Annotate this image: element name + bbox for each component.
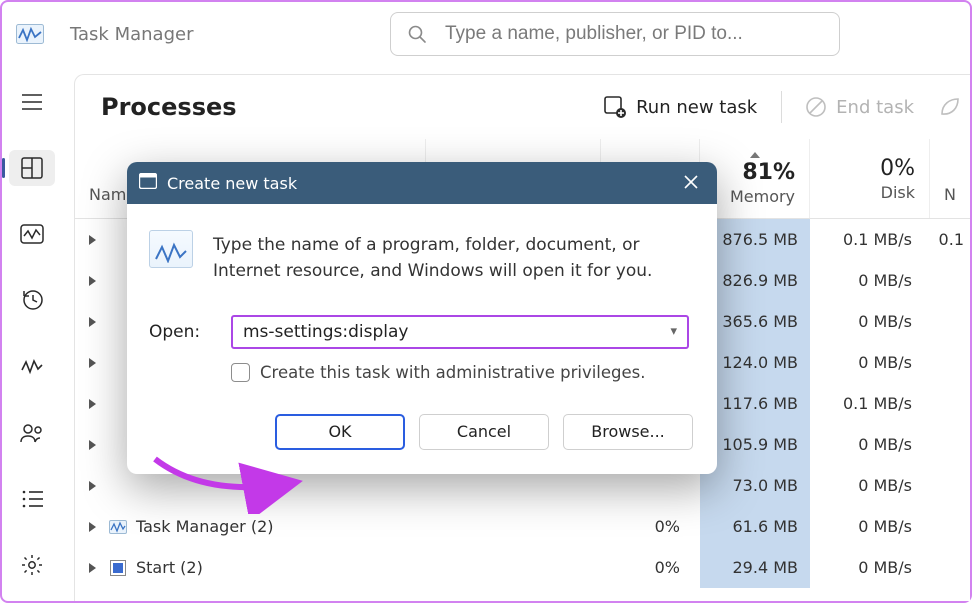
dialog-description: Type the name of a program, folder, docu…: [213, 230, 689, 285]
chevron-right-icon: [89, 235, 96, 245]
chevron-right-icon: [89, 563, 96, 573]
toolbar-divider: [781, 91, 782, 123]
nav-users[interactable]: [9, 415, 55, 451]
chevron-right-icon: [89, 522, 96, 532]
disk-percent: 0%: [824, 156, 915, 181]
dialog-title: Create new task: [167, 174, 297, 193]
app-logo-icon: [14, 22, 46, 46]
col-network[interactable]: N: [929, 139, 970, 218]
process-name: Start (2): [136, 558, 203, 577]
open-combobox[interactable]: ms-settings:display ▾: [231, 315, 689, 349]
run-dialog-icon: [139, 173, 157, 193]
search-icon: [407, 24, 427, 44]
admin-privileges-checkbox[interactable]: [231, 363, 250, 382]
dialog-titlebar[interactable]: Create new task: [127, 162, 717, 204]
close-button[interactable]: [677, 173, 705, 194]
leaf-icon: [938, 96, 960, 118]
close-icon: [684, 175, 698, 189]
page-title: Processes: [101, 93, 237, 121]
cancel-button[interactable]: Cancel: [419, 414, 549, 450]
chevron-right-icon: [89, 399, 96, 409]
end-task-button[interactable]: End task: [806, 97, 914, 118]
open-label: Open:: [149, 322, 209, 342]
nav-rail: [2, 66, 62, 601]
end-task-icon: [806, 97, 826, 117]
chevron-right-icon: [89, 358, 96, 368]
nav-startup[interactable]: [9, 349, 55, 385]
process-name: Task Manager (2): [136, 517, 274, 536]
app-title: Task Manager: [70, 24, 193, 45]
table-row[interactable]: Start (2) 0% 29.4 MB 0 MB/s: [75, 547, 970, 588]
task-manager-app-icon: [108, 517, 128, 537]
search-input[interactable]: [445, 23, 823, 45]
run-new-task-icon: [604, 96, 626, 118]
chevron-right-icon: [89, 440, 96, 450]
start-app-icon: [108, 558, 128, 578]
efficiency-mode-button[interactable]: [938, 96, 960, 118]
search-box[interactable]: [390, 12, 840, 56]
nav-app-history[interactable]: [9, 282, 55, 318]
toolbar: Run new task End task: [604, 91, 960, 123]
chevron-down-icon: ▾: [670, 324, 677, 339]
nav-details[interactable]: [9, 481, 55, 517]
nav-settings[interactable]: [9, 547, 55, 583]
titlebar: Task Manager: [2, 2, 970, 66]
run-program-icon: [149, 230, 193, 268]
col-disk[interactable]: 0% Disk: [809, 139, 929, 218]
chevron-right-icon: [89, 481, 96, 491]
content-header: Processes Run new task End task: [75, 75, 970, 139]
chevron-right-icon: [89, 317, 96, 327]
admin-privileges-label: Create this task with administrative pri…: [260, 363, 646, 382]
memory-percent: 81%: [714, 160, 795, 185]
nav-performance[interactable]: [9, 216, 55, 252]
run-new-task-label: Run new task: [636, 97, 757, 118]
sort-caret-icon: [750, 152, 760, 158]
chevron-right-icon: [89, 276, 96, 286]
end-task-label: End task: [836, 97, 914, 118]
browse-button[interactable]: Browse...: [563, 414, 693, 450]
open-value: ms-settings:display: [243, 322, 408, 342]
create-new-task-dialog: Create new task Type the name of a progr…: [127, 162, 717, 474]
ok-button[interactable]: OK: [275, 414, 405, 450]
run-new-task-button[interactable]: Run new task: [604, 96, 757, 118]
table-row[interactable]: Task Manager (2) 0% 61.6 MB 0 MB/s: [75, 506, 970, 547]
nav-menu-button[interactable]: [9, 84, 55, 120]
nav-processes[interactable]: [9, 150, 55, 186]
